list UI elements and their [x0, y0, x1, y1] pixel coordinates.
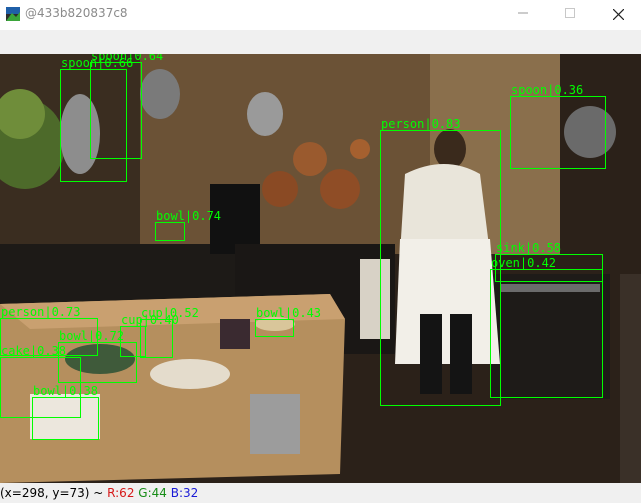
pixel-r: R:62: [107, 486, 135, 500]
app-icon: [6, 7, 20, 21]
detection-box: [380, 130, 501, 406]
toolbar: [0, 30, 641, 54]
detection-box: [32, 397, 99, 440]
detection-label: spoon|0.36: [511, 83, 583, 97]
detection-label: bowl|0.72: [59, 329, 124, 343]
image-view[interactable]: spoon|0.66 spoon|0.64 person|0.83 spoon|0.3…: [0, 54, 641, 483]
title-bar: @433b820837c8: [0, 0, 641, 30]
close-icon: [612, 8, 624, 21]
close-button[interactable]: [595, 0, 641, 30]
detection-label: cake|0.38: [1, 344, 66, 358]
detection-label: cup|0.40: [121, 313, 179, 327]
pixel-g: G:44: [138, 486, 167, 500]
maximize-icon: [565, 8, 575, 18]
detection-box: [90, 62, 142, 159]
status-bar: (x=298, y=73) ~ R:62 G:44 B:32: [0, 483, 641, 503]
detection-box: [155, 222, 185, 241]
detection-box: [60, 69, 127, 182]
detection-label: oven|0.42: [491, 256, 556, 270]
detection-box: [510, 96, 606, 169]
cursor-coords: (x=298, y=73) ~: [0, 486, 108, 500]
minimize-icon: [518, 12, 528, 14]
minimize-button[interactable]: [500, 0, 546, 30]
pixel-b: B:32: [170, 486, 199, 500]
detection-label: person|0.83: [381, 117, 460, 131]
detection-box: [120, 326, 146, 357]
maximize-button[interactable]: [547, 0, 593, 30]
detection-label: person|0.73: [1, 305, 80, 319]
detection-box: [255, 319, 294, 337]
detection-label: spoon|0.64: [91, 54, 163, 63]
detection-box: [490, 269, 603, 398]
detection-label: bowl|0.74: [156, 209, 221, 223]
detection-label: bowl|0.38: [33, 384, 98, 398]
detection-label: sink|0.58: [496, 241, 561, 255]
detection-label: bowl|0.43: [256, 306, 321, 320]
detection-overlay: spoon|0.66spoon|0.64person|0.83spoon|0.3…: [0, 54, 606, 440]
window-title: @433b820837c8: [25, 6, 128, 20]
